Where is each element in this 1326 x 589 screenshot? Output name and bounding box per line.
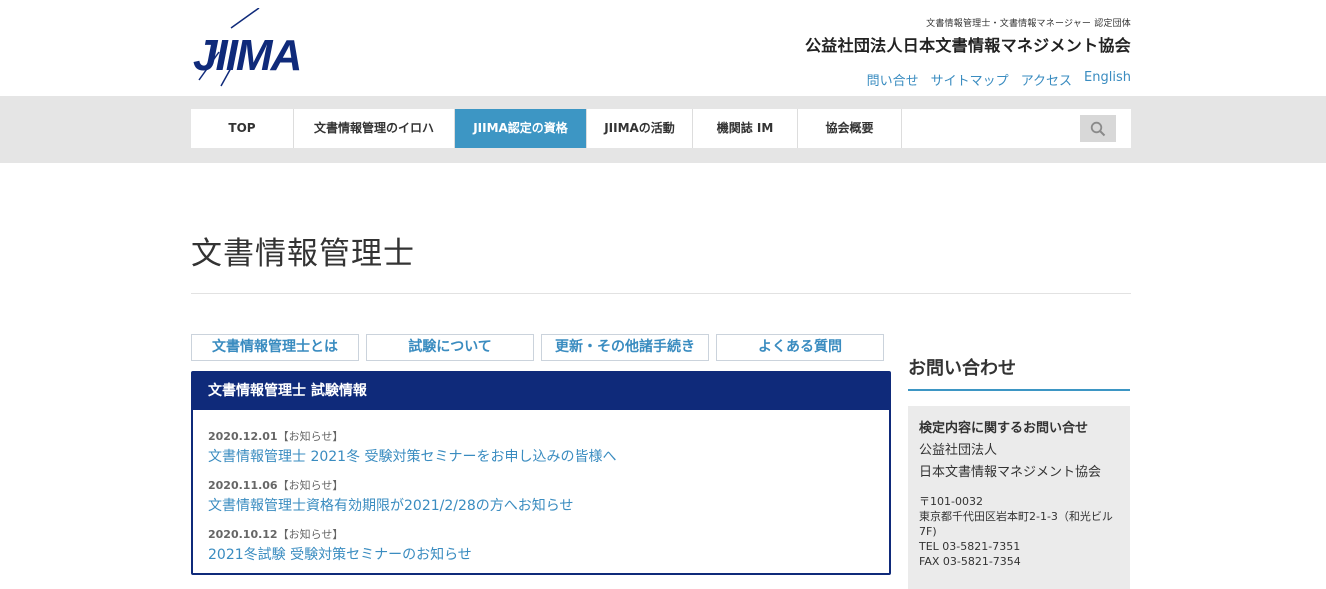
news-link[interactable]: 文書情報管理士資格有効期限が2021/2/28の方へお知らせ	[208, 495, 889, 515]
list-item: 2020.10.12【お知らせ】 2021冬試験 受験対策セミナーのお知らせ	[208, 526, 889, 564]
jiima-logo-graphic: JIIMA	[193, 8, 302, 87]
news-link[interactable]: 2021冬試験 受験対策セミナーのお知らせ	[208, 544, 889, 564]
tab-about-certification[interactable]: 文書情報管理士とは	[191, 334, 359, 361]
news-date: 2020.10.12	[208, 528, 278, 541]
section-tabs: 文書情報管理士とは 試験について 更新・その他諸手続き よくある質問	[191, 334, 884, 361]
news-meta: 2020.10.12【お知らせ】	[208, 526, 889, 542]
global-nav: TOP 文書情報管理のイロハ JIIMA認定の資格 JIIMAの活動 機関誌 I…	[191, 109, 1131, 148]
sidebar-title: お問い合わせ	[908, 354, 1130, 391]
news-list: 2020.12.01【お知らせ】 文書情報管理士 2021冬 受験対策セミナーを…	[193, 410, 889, 564]
page-title: 文書情報管理士	[191, 236, 415, 272]
search-icon	[1090, 121, 1106, 136]
news-link[interactable]: 文書情報管理士 2021冬 受験対策セミナーをお申し込みの皆様へ	[208, 446, 889, 466]
list-item: 2020.12.01【お知らせ】 文書情報管理士 2021冬 受験対策セミナーを…	[208, 428, 889, 466]
util-link-sitemap[interactable]: サイトマップ	[931, 70, 1009, 89]
contact-postal: 〒101-0032	[919, 495, 983, 508]
contact-org-line1: 公益社団法人	[919, 443, 998, 458]
list-item: 2020.11.06【お知らせ】 文書情報管理士資格有効期限が2021/2/28…	[208, 477, 889, 515]
nav-item-activities[interactable]: JIIMAの活動	[587, 109, 693, 148]
tab-exam-info[interactable]: 試験について	[366, 334, 534, 361]
contact-tel: TEL 03-5821-7351	[919, 540, 1021, 553]
tab-faq[interactable]: よくある質問	[716, 334, 884, 361]
contact-card-title: 検定内容に関するお問い合せ	[919, 421, 1089, 436]
news-date: 2020.12.01	[208, 430, 278, 443]
utility-links: 問い合せ サイトマップ アクセス English	[867, 70, 1131, 89]
news-meta: 2020.11.06【お知らせ】	[208, 477, 889, 493]
news-tag: 【お知らせ】	[277, 528, 344, 541]
util-link-english[interactable]: English	[1084, 70, 1131, 89]
contact-street: 東京都千代田区岩本町2-1-3（和光ビル7F)	[919, 510, 1113, 538]
contact-card: 検定内容に関するお問い合せ 公益社団法人 日本文書情報マネジメント協会 〒101…	[908, 406, 1130, 589]
exam-news-heading: 文書情報管理士 試験情報	[193, 373, 889, 410]
title-divider	[191, 293, 1131, 294]
nav-item-certification[interactable]: JIIMA認定の資格	[455, 109, 587, 148]
exam-news-box: 文書情報管理士 試験情報 2020.12.01【お知らせ】 文書情報管理士 20…	[191, 371, 891, 575]
nav-item-basics[interactable]: 文書情報管理のイロハ	[294, 109, 455, 148]
util-link-access[interactable]: アクセス	[1021, 70, 1072, 89]
contact-org-line2: 日本文書情報マネジメント協会	[919, 465, 1102, 480]
news-meta: 2020.12.01【お知らせ】	[208, 428, 889, 444]
tab-renewal[interactable]: 更新・その他諸手続き	[541, 334, 709, 361]
search-button[interactable]	[1080, 115, 1116, 142]
util-link-contact[interactable]: 問い合せ	[867, 70, 919, 89]
nav-item-journal[interactable]: 機関誌 IM	[693, 109, 798, 148]
news-tag: 【お知らせ】	[277, 479, 344, 492]
sidebar: お問い合わせ 検定内容に関するお問い合せ 公益社団法人 日本文書情報マネジメント…	[908, 354, 1130, 589]
news-tag: 【お知らせ】	[277, 430, 344, 443]
logo-text: JIIMA	[193, 31, 300, 80]
org-name: 公益社団法人日本文書情報マネジメント協会	[804, 36, 1131, 55]
nav-item-top[interactable]: TOP	[191, 109, 294, 148]
nav-item-about[interactable]: 協会概要	[798, 109, 902, 148]
org-block: 文書情報管理士・文書情報マネージャー 認定団体 公益社団法人日本文書情報マネジメ…	[805, 16, 1131, 56]
global-nav-band: TOP 文書情報管理のイロハ JIIMA認定の資格 JIIMAの活動 機関誌 I…	[0, 96, 1326, 163]
org-subtitle: 文書情報管理士・文書情報マネージャー 認定団体	[926, 19, 1131, 29]
contact-fax: FAX 03-5821-7354	[919, 555, 1021, 568]
jiima-logo[interactable]: JIIMA	[191, 8, 341, 88]
news-date: 2020.11.06	[208, 479, 278, 492]
